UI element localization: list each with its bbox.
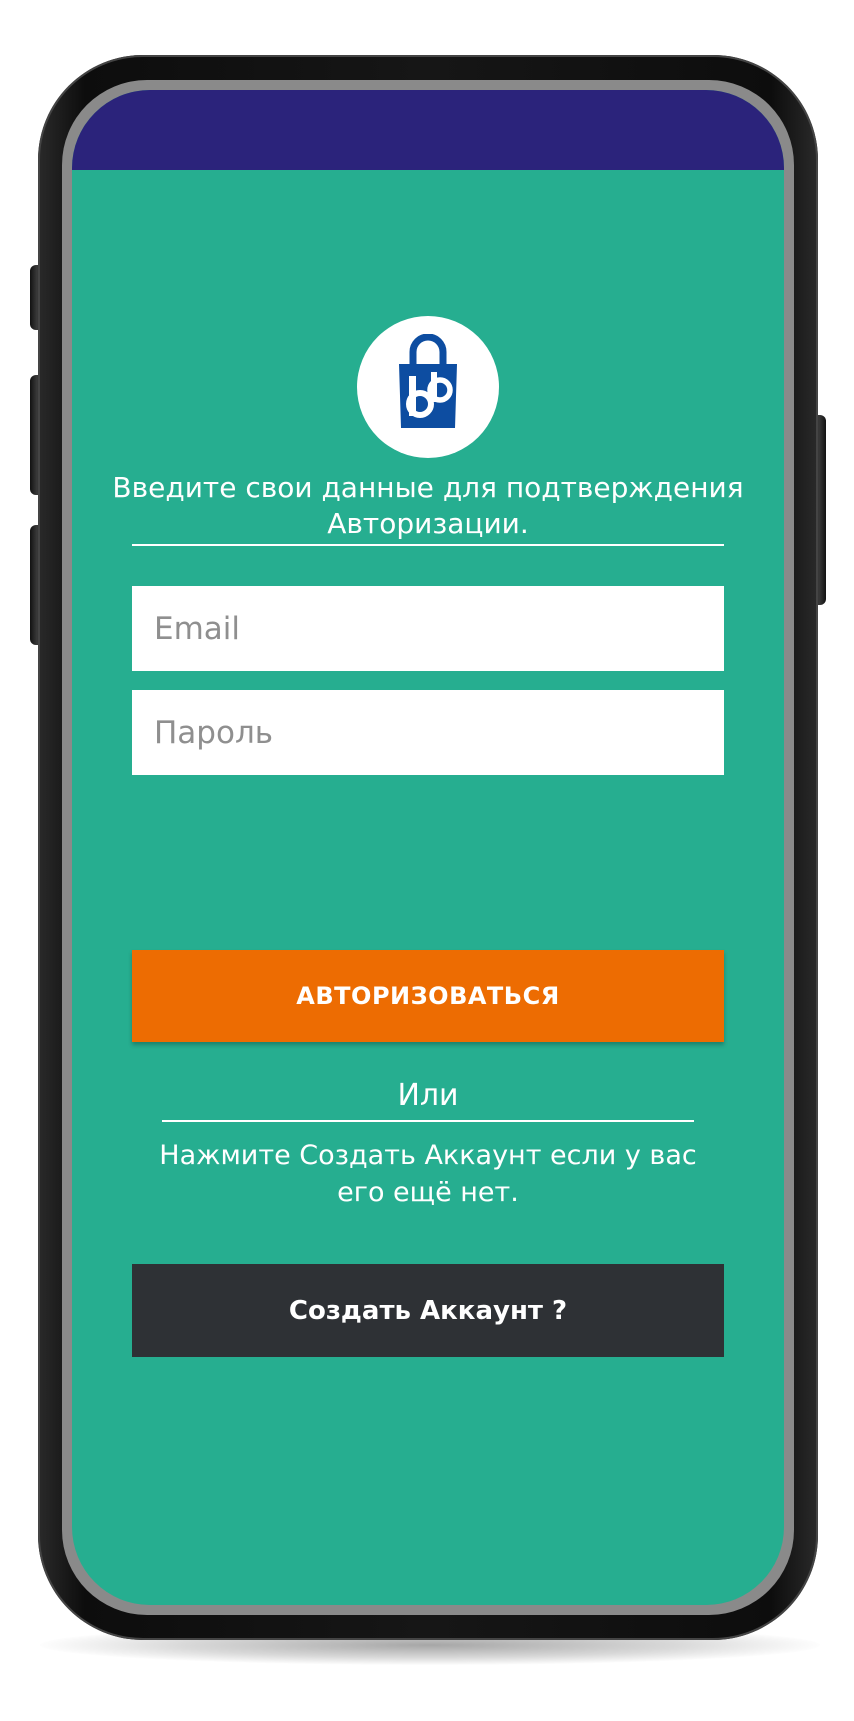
intro-message: Введите свои данные для подтверждения Ав… [112,471,744,540]
status-bar [72,90,784,170]
app-logo [357,316,499,458]
or-divider [162,1120,694,1122]
password-input[interactable] [152,713,724,752]
login-screen: Введите свои данные для подтверждения Ав… [72,170,784,1605]
phone-screen: Введите свои данные для подтверждения Ав… [72,90,784,1605]
email-field-container [132,586,724,671]
email-input[interactable] [152,609,724,648]
create-account-hint: Нажмите Создать Аккаунт если у вас его е… [159,1140,697,1208]
or-separator-text: Или [397,1078,459,1113]
device-stage: Введите свои данные для подтверждения Ав… [0,0,854,1721]
create-account-button[interactable]: Создать Аккаунт ? [132,1264,724,1357]
login-button[interactable]: АВТОРИЗОВАТЬСЯ [132,950,724,1042]
intro-divider [132,544,724,546]
shopping-bag-bb-logo-icon [399,334,457,428]
password-field-container [132,690,724,775]
